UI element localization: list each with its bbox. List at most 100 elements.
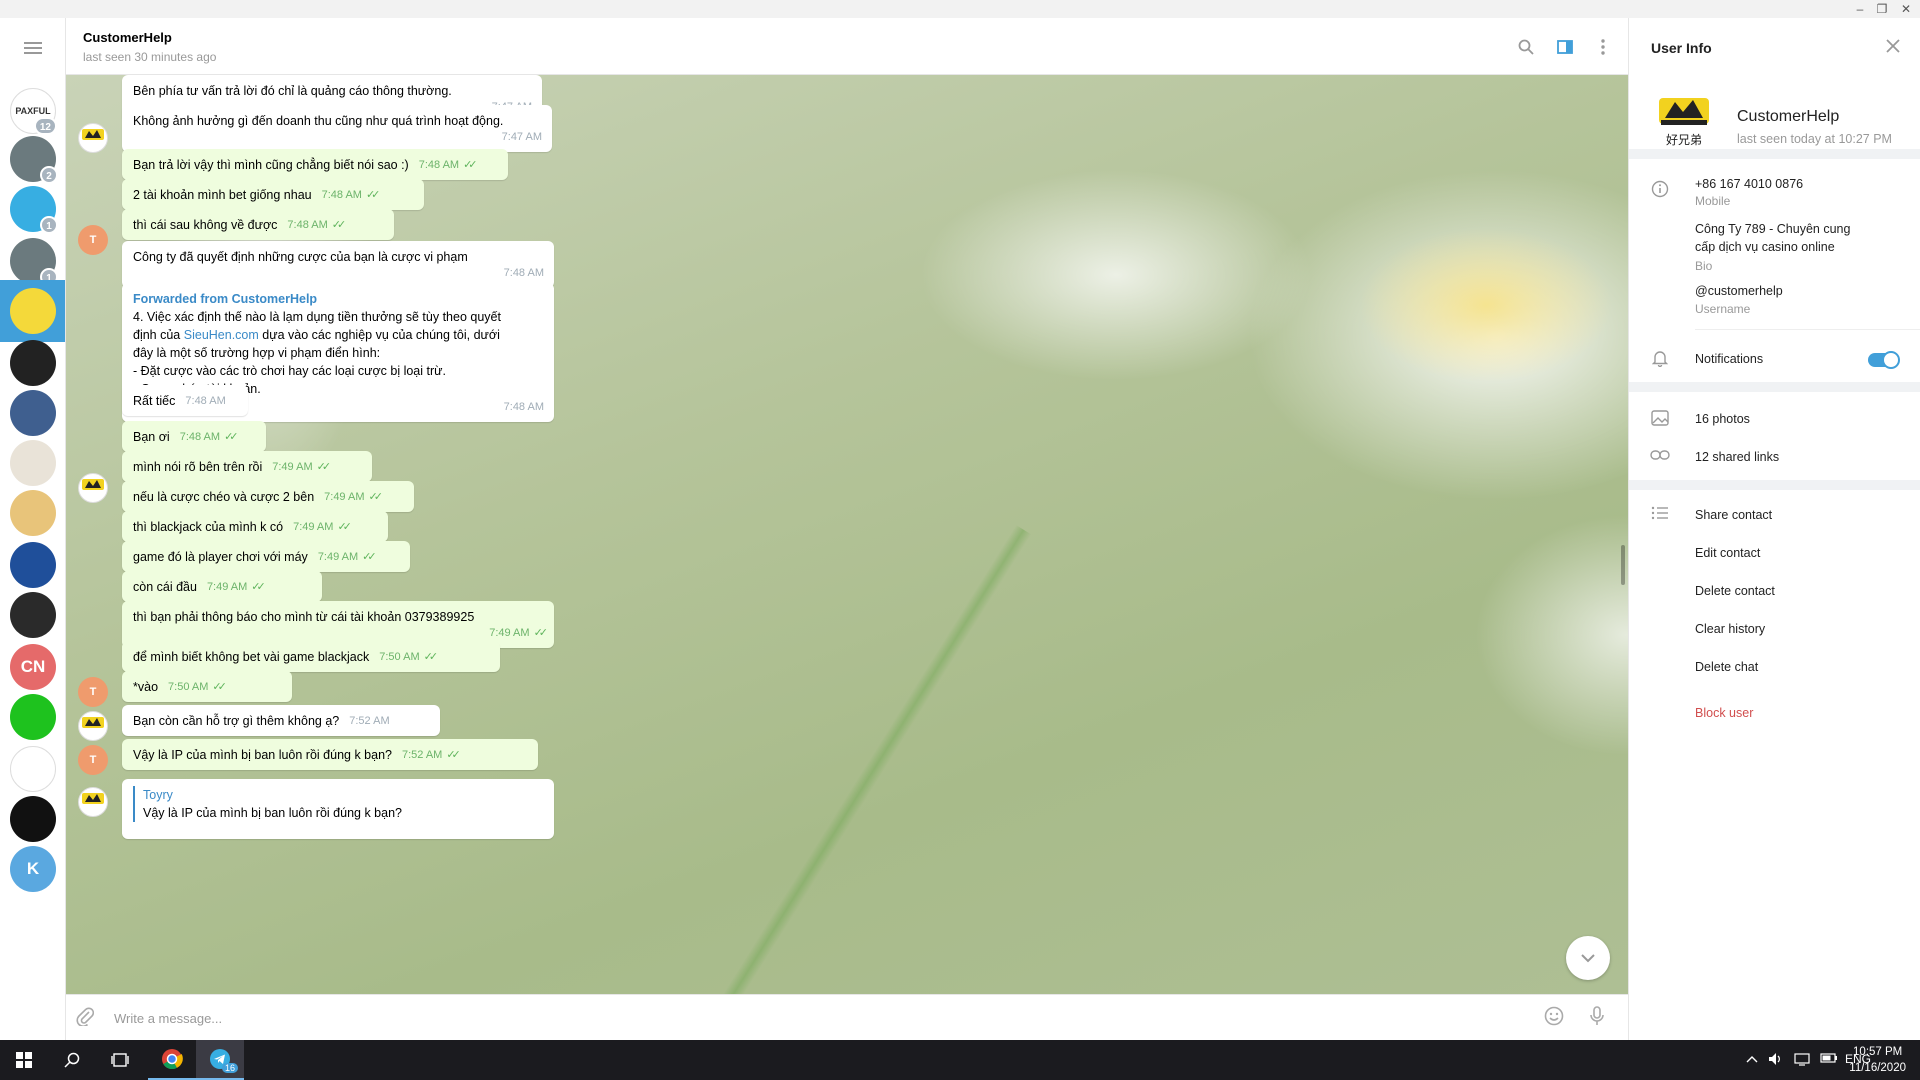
- message-text: đây là một số trường hợp vi phạm điển hì…: [133, 346, 381, 360]
- message-text: thì cái sau không về được: [133, 218, 278, 232]
- double-check-icon: ✓✓: [362, 551, 377, 563]
- reply-text: Vậy là IP của mình bị ban luôn rồi đúng …: [143, 806, 402, 820]
- minimize-button[interactable]: –: [1848, 0, 1872, 18]
- message-time-value: 7:49 AM: [206, 581, 248, 593]
- chevron-up-icon[interactable]: [1746, 1052, 1758, 1066]
- message-text: 2 tài khoản mình bet giống nhau: [133, 188, 312, 202]
- scroll-down-button[interactable]: [1566, 936, 1610, 980]
- message-bubble[interactable]: 2 tài khoản mình bet giống nhau 7:48 AM ✓✓: [122, 179, 424, 210]
- volume-icon[interactable]: [1768, 1052, 1784, 1069]
- separator: [1629, 149, 1920, 159]
- link-icon: [1649, 448, 1671, 466]
- message-text: Bạn ơi: [133, 430, 170, 444]
- shared-links[interactable]: 12 shared links: [1695, 450, 1779, 464]
- delete-chat-action[interactable]: Delete chat: [1695, 660, 1758, 674]
- more-options-icon[interactable]: [1592, 36, 1614, 58]
- chrome-icon[interactable]: [148, 1040, 196, 1080]
- sender-avatar[interactable]: [78, 473, 108, 503]
- message-time-value: 7:47 AM: [501, 131, 542, 143]
- main-menu-button[interactable]: [0, 30, 65, 66]
- message-bubble[interactable]: mình nói rõ bên trên rồi 7:49 AM ✓✓: [122, 451, 372, 482]
- sidebar-toggle-icon[interactable]: [1554, 36, 1576, 58]
- message-bubble[interactable]: game đó là player chơi với máy 7:49 AM ✓✓: [122, 541, 410, 572]
- message-bubble[interactable]: Bạn còn cần hỗ trợ gì thêm không ạ? 7:52 …: [122, 705, 440, 736]
- sender-avatar[interactable]: T: [78, 677, 108, 707]
- double-check-icon: ✓✓: [365, 189, 381, 201]
- attach-icon[interactable]: [76, 1006, 95, 1031]
- message-text: còn cái đầu: [133, 580, 197, 594]
- avatar: K: [10, 846, 56, 892]
- shared-photos[interactable]: 16 photos: [1695, 412, 1750, 426]
- message-text: mình nói rõ bên trên rồi: [133, 460, 263, 474]
- message-bubble[interactable]: *vào 7:50 AM ✓✓: [122, 671, 292, 702]
- message-time: 7:52 AM ✓✓: [402, 746, 461, 764]
- avatar: [10, 390, 56, 436]
- avatar: [10, 796, 56, 842]
- search-icon[interactable]: [1515, 36, 1537, 58]
- share-contact-action[interactable]: Share contact: [1695, 508, 1772, 522]
- message-bubble[interactable]: Bạn trả lời vậy thì mình cũng chẳng biết…: [122, 149, 508, 180]
- search-icon[interactable]: [48, 1040, 96, 1080]
- microphone-icon[interactable]: [1590, 1006, 1604, 1031]
- close-icon[interactable]: [1886, 36, 1900, 59]
- chat-list-item[interactable]: K: [0, 838, 65, 900]
- windows-start-icon[interactable]: [0, 1040, 48, 1080]
- message-bubble[interactable]: còn cái đầu 7:49 AM ✓✓: [122, 571, 322, 602]
- notifications-toggle[interactable]: [1868, 351, 1900, 369]
- message-bubble[interactable]: Toyry Vậy là IP của mình bị ban luôn rồi …: [122, 779, 554, 839]
- taskbar-clock[interactable]: 10:57 PM 11/16/2020: [1849, 1044, 1906, 1076]
- message-bubble[interactable]: Bạn ơi 7:48 AM ✓✓: [122, 421, 266, 452]
- message-time-value: 7:48 AM: [287, 219, 328, 231]
- telegram-taskbar-icon[interactable]: 16: [196, 1040, 244, 1080]
- chat-header[interactable]: CustomerHelp last seen 30 minutes ago: [66, 18, 1628, 75]
- profile-avatar[interactable]: 好兄弟: [1651, 88, 1717, 154]
- message-bubble[interactable]: Công ty đã quyết định những cược của bạn…: [122, 241, 554, 288]
- message-bubble[interactable]: nếu là cược chéo và cược 2 bên 7:49 AM ✓✓: [122, 481, 414, 512]
- avatar: CN: [10, 644, 56, 690]
- message-link[interactable]: SieuHen.com: [184, 328, 259, 342]
- phone-number[interactable]: +86 167 4010 0876: [1695, 175, 1803, 193]
- forwarded-header[interactable]: Forwarded from CustomerHelp: [133, 290, 544, 308]
- message-time-value: 7:52 AM: [349, 715, 390, 727]
- message-bubble[interactable]: Không ảnh hưởng gì đến doanh thu cũng nh…: [122, 105, 552, 152]
- avatar-initials: T: [89, 754, 97, 766]
- double-check-icon: ✓✓: [331, 219, 347, 231]
- double-check-icon: ✓✓: [251, 581, 266, 593]
- close-window-button[interactable]: ✕: [1894, 0, 1918, 18]
- sender-avatar[interactable]: [78, 787, 108, 817]
- group-logo-icon: [82, 129, 104, 140]
- message-input[interactable]: [114, 1007, 1514, 1029]
- avatar: [10, 746, 56, 792]
- message-bubble[interactable]: Vậy là IP của mình bị ban luôn rồi đúng …: [122, 739, 538, 770]
- clear-history-action[interactable]: Clear history: [1695, 622, 1765, 636]
- maximize-button[interactable]: ❐: [1870, 0, 1894, 18]
- message-time-value: 7:49 AM: [317, 551, 359, 563]
- sender-avatar[interactable]: T: [78, 745, 108, 775]
- message-bubble[interactable]: thì cái sau không về được 7:48 AM ✓✓: [122, 209, 394, 240]
- message-text: *vào: [133, 680, 159, 694]
- delete-contact-action[interactable]: Delete contact: [1695, 584, 1775, 598]
- username[interactable]: @customerhelp: [1695, 282, 1783, 300]
- block-user-action[interactable]: Block user: [1695, 706, 1753, 720]
- avatar: 2: [10, 136, 58, 184]
- message-time: 7:49 AM ✓✓: [272, 458, 332, 476]
- chat-title[interactable]: CustomerHelp: [83, 30, 172, 45]
- message-bubble[interactable]: thì blackjack của mình k có 7:49 AM ✓✓: [122, 511, 388, 542]
- reply-quote[interactable]: Toyry Vậy là IP của mình bị ban luôn rồi …: [133, 786, 544, 822]
- message-text: thì bạn phải thông báo cho mình từ cái t…: [133, 610, 475, 624]
- message-bubble[interactable]: để mình biết không bet vài game blackjac…: [122, 641, 500, 672]
- message-bubble[interactable]: Rất tiếc 7:48 AM: [122, 385, 248, 416]
- emoji-icon[interactable]: [1544, 1006, 1564, 1032]
- avatar: [10, 340, 56, 386]
- sender-avatar[interactable]: T: [78, 225, 108, 255]
- message-time: 7:49 AM ✓✓: [324, 488, 383, 506]
- bio-line-1: Công Ty 789 - Chuyên cung: [1695, 222, 1851, 236]
- network-icon[interactable]: [1794, 1052, 1810, 1069]
- double-check-icon: ✓✓: [316, 461, 332, 473]
- chat-scrollbar[interactable]: [1621, 545, 1625, 585]
- sender-avatar[interactable]: [78, 711, 108, 741]
- task-view-icon[interactable]: [96, 1040, 144, 1080]
- message-history[interactable]: Bên phía tư vấn trả lời đó chỉ là quảng …: [66, 75, 1628, 994]
- sender-avatar[interactable]: [78, 123, 108, 153]
- edit-contact-action[interactable]: Edit contact: [1695, 546, 1760, 560]
